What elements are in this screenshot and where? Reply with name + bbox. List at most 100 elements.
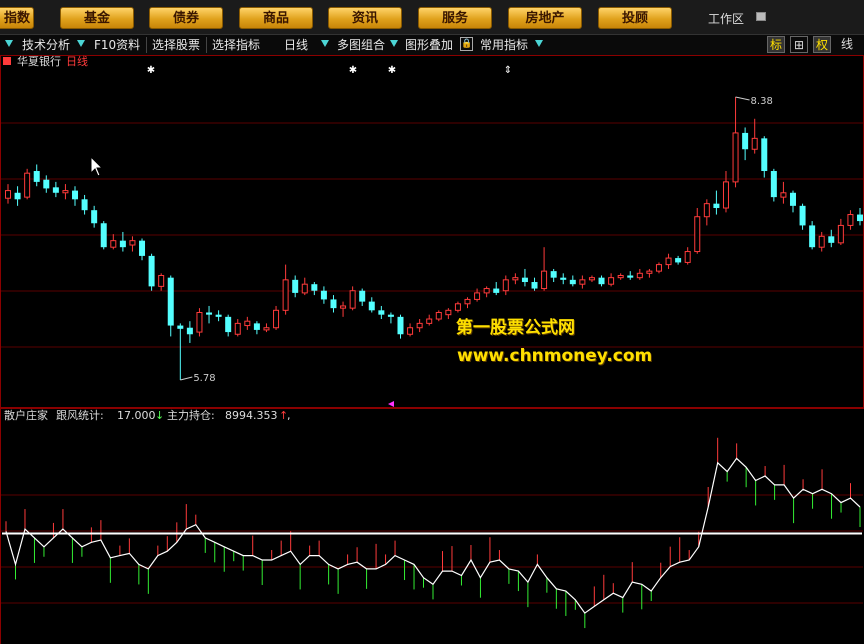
chart-overlay-button[interactable]: 图形叠加 — [405, 37, 453, 53]
candle-body-up — [340, 305, 347, 309]
candle-body-up — [617, 274, 624, 279]
select-stock-button[interactable]: 选择股票 — [152, 37, 200, 53]
mark-toggle-button[interactable]: 标 — [767, 36, 785, 53]
nav-commodity-button[interactable]: 商品 — [239, 7, 313, 29]
nav-news-button[interactable]: 资讯 — [328, 7, 402, 29]
multi-chart-menu[interactable]: 多图组合 — [337, 37, 385, 53]
candle-body-down — [550, 271, 557, 278]
chart-area[interactable]: 华夏银行 日线 ✱ ✱ ✱ ⇕ 8.38 5.78 散户庄家 跟风统计: 17.… — [0, 54, 864, 644]
candle-body-down — [91, 210, 98, 224]
candle-body-up — [445, 309, 452, 316]
candle-body-down — [378, 310, 385, 315]
candle-body-down — [215, 314, 222, 317]
workspace-mail-icon[interactable] — [756, 12, 766, 21]
candle-body-down — [177, 325, 184, 329]
candle-body-up — [129, 240, 136, 246]
candle-body-up — [416, 322, 423, 329]
candle-body-down — [828, 236, 835, 243]
candle-body-down — [14, 192, 21, 200]
candle-body-down — [81, 199, 88, 211]
candle-body-up — [110, 240, 117, 248]
candle-body-down — [253, 323, 260, 330]
candle-body-down — [43, 179, 50, 189]
candle-body-up — [780, 192, 787, 198]
candle-body-up — [541, 270, 548, 290]
candle-body-up — [512, 277, 519, 281]
adjust-rights-button[interactable]: 权 — [813, 36, 831, 53]
candle-body-up — [837, 224, 844, 244]
candle-body-down — [675, 258, 682, 263]
candle-body-down — [493, 288, 500, 293]
dropdown-arrow-icon[interactable] — [321, 40, 329, 47]
down-arrow-icon: ↓ — [155, 409, 164, 422]
candle-body-up — [273, 309, 280, 329]
candle-body-up — [665, 257, 672, 266]
follow-stat-value: 17.000 — [117, 409, 156, 422]
stock-terminal-window: 指数 基金 债券 商品 资讯 服务 房地产 投顾 工作区 技术分析 F10资料 … — [0, 0, 864, 644]
event-arrow-icon: ⇕ — [504, 65, 512, 76]
watermark-url: www.chnmoney.com — [457, 346, 653, 366]
line-toggle-button[interactable]: 线 — [838, 36, 856, 53]
candle-body-down — [330, 299, 337, 309]
nav-fund-button[interactable]: 基金 — [60, 7, 134, 29]
candle-body-down — [225, 316, 232, 333]
candle-body-down — [799, 205, 806, 226]
nav-service-button[interactable]: 服务 — [418, 7, 492, 29]
candle-body-down — [598, 277, 605, 285]
grid-toggle-icon[interactable]: ⊞ — [790, 36, 808, 53]
candle-body-down — [521, 277, 528, 283]
candle-body-up — [818, 235, 825, 248]
candle-body-up — [684, 251, 691, 263]
workspace-label[interactable]: 工作区 — [708, 10, 744, 27]
f10-info-button[interactable]: F10资料 — [94, 37, 140, 53]
candle-body-down — [359, 290, 366, 302]
candle-body-up — [636, 272, 643, 279]
indicator-series — [2, 437, 862, 629]
candle-body-down — [770, 171, 777, 198]
price-labels: 华夏银行 日线 ✱ ✱ ✱ ⇕ 8.38 5.78 — [3, 54, 773, 407]
candle-body-down — [397, 316, 404, 335]
high-price-label: 8.38 — [751, 96, 773, 107]
dropdown-arrow-icon[interactable] — [5, 40, 13, 47]
candle-body-up — [158, 274, 165, 287]
candle-body-up — [5, 190, 11, 199]
candle-body-up — [694, 216, 701, 253]
candle-body-down — [761, 138, 768, 172]
candle-body-up — [722, 181, 729, 209]
toolbar-divider — [206, 37, 207, 53]
nav-realestate-button[interactable]: 房地产 — [508, 7, 582, 29]
main-panel-border — [0, 55, 864, 408]
select-indicator-button[interactable]: 选择指标 — [212, 37, 260, 53]
nav-advisor-button[interactable]: 投顾 — [598, 7, 672, 29]
tech-analysis-menu[interactable]: 技术分析 — [22, 37, 70, 53]
common-indicator-menu[interactable]: 常用指标 — [480, 37, 528, 53]
dropdown-arrow-icon[interactable] — [77, 40, 85, 47]
candle-body-up — [407, 327, 414, 335]
event-star-icon: ✱ — [349, 65, 357, 76]
candle-body-up — [454, 303, 461, 311]
nav-index-button[interactable]: 指数 — [0, 7, 34, 29]
dropdown-arrow-icon[interactable] — [535, 40, 543, 47]
candle-body-down — [72, 190, 79, 200]
candle-body-down — [52, 187, 59, 193]
candle-body-up — [435, 311, 442, 320]
lock-icon[interactable]: 🔒 — [460, 37, 473, 51]
indicator-separator: , — [287, 409, 291, 422]
nav-bond-button[interactable]: 债券 — [149, 7, 223, 29]
candle-body-up — [588, 277, 595, 281]
candle-body-up — [282, 279, 289, 311]
candle-body-down — [809, 225, 816, 248]
price-chart-svg[interactable]: 华夏银行 日线 ✱ ✱ ✱ ⇕ 8.38 5.78 散户庄家 跟风统计: 17.… — [0, 54, 864, 644]
candle-body-up — [646, 270, 653, 274]
candle-body-up — [244, 320, 251, 327]
candle-body-up — [579, 279, 586, 285]
position-stat-label: 主力持仓: — [167, 408, 215, 422]
candle-body-up — [234, 322, 241, 335]
period-label: 日线 — [66, 55, 88, 68]
chart-toolbar: 技术分析 F10资料 选择股票 选择指标 日线 多图组合 图形叠加 🔒 常用指标… — [0, 35, 864, 56]
scroll-marker-icon[interactable] — [388, 401, 394, 407]
candle-body-down — [100, 223, 107, 248]
dropdown-arrow-icon[interactable] — [390, 40, 398, 47]
period-selector[interactable]: 日线 — [284, 37, 308, 53]
candle-body-up — [474, 292, 481, 300]
